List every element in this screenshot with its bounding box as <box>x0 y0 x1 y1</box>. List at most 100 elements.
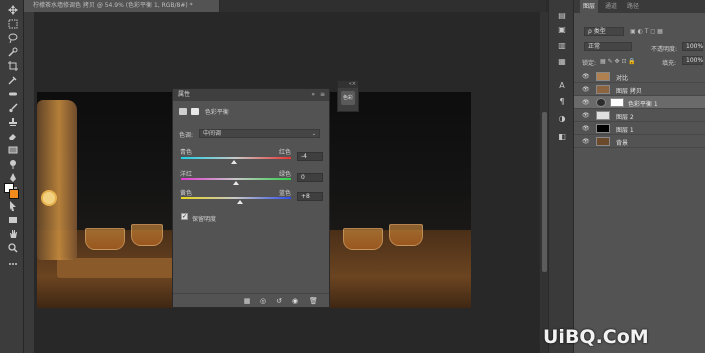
magenta-green-slider-thumb[interactable] <box>233 181 239 185</box>
color-panel-label: 色彩 <box>342 95 353 101</box>
layer-name: 背景 <box>616 140 629 147</box>
trash-icon[interactable]: 🗑 <box>309 297 318 305</box>
marquee-icon[interactable] <box>7 18 18 29</box>
tab-channels[interactable]: 通道 <box>602 0 620 13</box>
cyan-red-value[interactable]: -4 <box>297 152 323 161</box>
color-panel-button[interactable]: 色彩 <box>341 91 355 105</box>
layer-row[interactable]: 👁 背景 <box>574 135 705 148</box>
chevron-down-icon: ⌄ <box>311 131 316 137</box>
filter-icons[interactable]: ▣ ◐ T ◻ ▦ <box>630 28 663 35</box>
mini-panel-controls[interactable]: «× <box>338 81 358 88</box>
lasso-icon[interactable] <box>7 32 18 43</box>
lock-label: 锁定: <box>582 60 597 67</box>
layer-name: 对比 <box>616 75 629 82</box>
background-color-swatch[interactable] <box>9 189 19 199</box>
blend-mode-select[interactable]: 正常 <box>584 42 632 51</box>
dodge-icon[interactable] <box>7 158 18 169</box>
quick-select-icon[interactable] <box>7 46 18 57</box>
eye-icon[interactable]: 👁 <box>582 138 590 145</box>
magenta-green-value[interactable]: 0 <box>297 173 323 182</box>
stamp-icon[interactable] <box>7 116 18 127</box>
healing-icon[interactable] <box>7 88 18 99</box>
brush-icon[interactable] <box>7 102 18 113</box>
more-tools-icon[interactable] <box>7 258 18 269</box>
eyedropper-icon[interactable] <box>7 74 18 85</box>
layer-thumbnail <box>596 124 610 133</box>
tea-cup-image <box>389 224 423 246</box>
crop-icon[interactable] <box>7 60 18 71</box>
layer-name: 图层 1 <box>616 127 634 134</box>
blue-label: 蓝色 <box>279 190 292 197</box>
paragraph-icon[interactable]: ¶ <box>556 96 568 107</box>
preserve-luminosity-checkbox[interactable]: ✓ <box>181 213 188 220</box>
layer-name: 图层 拷贝 <box>616 88 642 95</box>
layer-row[interactable]: 👁 对比 <box>574 70 705 83</box>
tone-row: 色调: 中间调 ⌄ <box>179 129 323 139</box>
layer-row-selected[interactable]: 👁 色彩平衡 1 <box>574 96 705 109</box>
properties-panel: 属性 » ≡ 色彩平衡 色调: 中间调 ⌄ 青色 红色 -4 洋红 绿色 0 黄… <box>172 88 330 308</box>
opacity-label: 不透明度: <box>651 46 678 53</box>
vertical-scrollbar[interactable] <box>539 12 548 353</box>
eye-icon[interactable]: 👁 <box>582 73 590 80</box>
scrollbar-thumb[interactable] <box>542 112 547 272</box>
eye-icon[interactable]: 👁 <box>582 112 590 119</box>
gradient-icon[interactable] <box>7 144 18 155</box>
fill-label: 填充: <box>662 60 677 67</box>
view-previous-icon[interactable]: ◎ <box>259 297 267 305</box>
properties-footer: ▦ ◎ ↺ ◉ 🗑 <box>173 293 329 307</box>
layer-thumbnail <box>596 111 610 120</box>
collapse-icon[interactable]: » <box>311 89 315 101</box>
eye-icon[interactable]: 👁 <box>582 99 590 106</box>
tools-panel <box>0 0 24 353</box>
document-tab[interactable]: 柠檬茶水墙修调色 拷贝 @ 54.9% (色彩平衡 1, RGB/8#) * <box>24 0 220 12</box>
eye-icon[interactable]: 👁 <box>582 86 590 93</box>
mask-icon[interactable] <box>190 108 199 115</box>
lemon-slice-image <box>41 190 57 206</box>
lock-icons[interactable]: ▦ ✎ ✥ ⊡ 🔒 <box>600 58 636 65</box>
swatches-icon[interactable]: ▦ <box>556 56 568 67</box>
yellow-label: 黄色 <box>180 190 193 197</box>
character-icon[interactable]: A <box>556 80 568 91</box>
pen-icon[interactable] <box>7 172 18 183</box>
tone-select[interactable]: 中间调 ⌄ <box>199 129 320 138</box>
layer-filter-select[interactable]: ρ 类型 <box>584 27 624 36</box>
tab-layers[interactable]: 图层 <box>580 0 599 13</box>
magenta-green-slider[interactable] <box>181 178 291 180</box>
fill-field[interactable]: 100% <box>682 56 703 65</box>
cyan-red-slider[interactable] <box>181 157 291 159</box>
history-icon[interactable]: ▤ <box>556 10 568 21</box>
layers-panel: 图层 通道 路径 ρ 类型 ▣ ◐ T ◻ ▦ 正常 不透明度: 100% 锁定… <box>574 0 705 353</box>
properties-panel-header[interactable]: 属性 » ≡ <box>173 89 329 101</box>
layer-row[interactable]: 👁 图层 2 <box>574 109 705 122</box>
tone-select-value: 中间调 <box>203 130 222 137</box>
layer-comps-icon[interactable]: ◧ <box>556 131 568 142</box>
shape-icon[interactable] <box>7 214 18 225</box>
clip-to-layer-icon[interactable]: ▦ <box>243 297 251 305</box>
libraries-icon[interactable]: ▥ <box>556 40 568 51</box>
document-tab-title: 柠檬茶水墙修调色 拷贝 @ 54.9% (色彩平衡 1, RGB/8#) * <box>33 2 193 9</box>
hand-icon[interactable] <box>7 228 18 239</box>
yellow-blue-slider-thumb[interactable] <box>237 200 244 204</box>
yellow-blue-value[interactable]: +8 <box>297 192 323 201</box>
mini-panel: «× 色彩 <box>337 80 359 112</box>
vertical-ruler <box>24 12 34 353</box>
opacity-field[interactable]: 100% <box>682 42 703 51</box>
layer-row[interactable]: 👁 图层 拷贝 <box>574 83 705 96</box>
reset-icon[interactable]: ↺ <box>275 297 283 305</box>
color-wheel-icon[interactable]: ◑ <box>556 113 568 124</box>
move-icon[interactable] <box>7 4 18 15</box>
adjustments-icon[interactable]: ▣ <box>556 24 568 35</box>
tea-jar-image <box>37 100 77 260</box>
tea-cup-image <box>343 228 383 250</box>
eraser-icon[interactable] <box>7 130 18 141</box>
path-select-icon[interactable] <box>7 200 18 211</box>
yellow-blue-slider[interactable] <box>181 197 291 199</box>
magenta-label: 洋红 <box>180 171 193 178</box>
zoom-icon[interactable] <box>7 242 18 253</box>
panel-menu-icon[interactable]: ≡ <box>320 89 325 101</box>
tab-paths[interactable]: 路径 <box>624 0 642 13</box>
visibility-icon[interactable]: ◉ <box>291 297 299 305</box>
eye-icon[interactable]: 👁 <box>582 125 590 132</box>
cyan-red-slider-thumb[interactable] <box>230 160 237 164</box>
layer-row[interactable]: 👁 图层 1 <box>574 122 705 135</box>
